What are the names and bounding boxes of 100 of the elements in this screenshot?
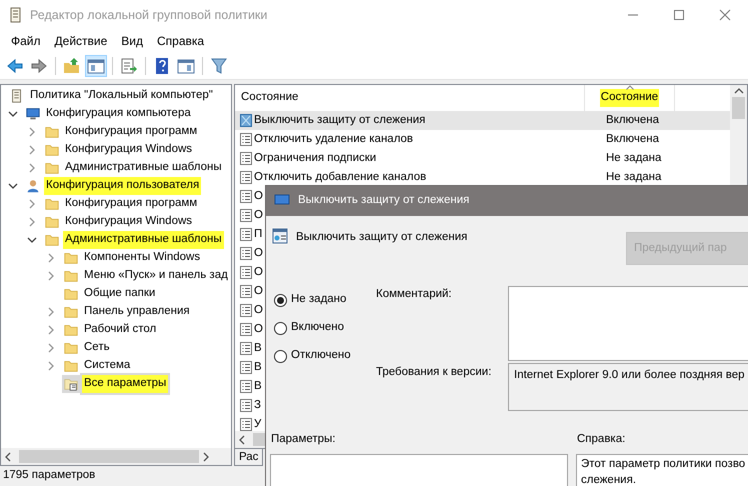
menu-item[interactable]: Вид [114, 32, 150, 50]
expanded-chevron-icon[interactable] [8, 109, 18, 119]
menu-item[interactable]: Справка [150, 32, 212, 50]
pane-toggle-icon [87, 56, 105, 74]
list-icon [240, 322, 252, 337]
radio-button[interactable] [274, 294, 287, 306]
policy-name: Выключить защиту от слежения [253, 112, 426, 128]
policy-name: О [253, 188, 263, 204]
version-field: Internet Explorer 9.0 или более поздняя вер [508, 363, 748, 411]
comment-field[interactable] [508, 286, 748, 361]
horizontal-scrollbar[interactable] [1, 448, 231, 465]
policy-name: О [253, 264, 263, 280]
tree-item[interactable]: Все параметры [82, 375, 168, 393]
radio-label[interactable]: Отключено [291, 347, 351, 365]
collapsed-chevron-icon[interactable] [46, 253, 56, 263]
tree-item[interactable]: Общие папки [82, 285, 158, 303]
collapsed-chevron-icon[interactable] [46, 343, 56, 353]
radio-label[interactable]: Не задано [291, 291, 346, 309]
menu-item[interactable]: Файл [4, 32, 48, 50]
policy-name: В [253, 340, 262, 356]
selected-row-highlight[interactable]: Выключить защиту от слежения Включена [235, 111, 730, 130]
list-icon [240, 189, 252, 204]
help-icon [153, 56, 171, 74]
policy-setting-icon [272, 228, 288, 244]
policy-state: Включена [606, 112, 660, 128]
policy-name: П [253, 226, 262, 242]
collapsed-chevron-icon[interactable] [27, 127, 37, 137]
expanded-chevron-icon[interactable] [27, 235, 37, 245]
collapsed-chevron-icon[interactable] [46, 325, 56, 335]
back-arrow-icon [6, 56, 24, 74]
folder-up-icon [63, 56, 81, 74]
tree-item[interactable]: Панель управления [82, 303, 192, 321]
menu-item[interactable]: Действие [48, 32, 114, 50]
filter-icon [210, 56, 228, 74]
list-icon [240, 284, 252, 299]
tree-item[interactable]: Конфигурация Windows [63, 213, 194, 231]
list-icon [240, 303, 252, 318]
policy-name: О [253, 246, 263, 261]
policy-name: О [253, 302, 263, 318]
list-icon [240, 208, 252, 223]
radio-label[interactable]: Включено [291, 319, 344, 337]
list-icon [240, 379, 252, 394]
policy-name: В [253, 378, 262, 394]
collapsed-chevron-icon[interactable] [27, 145, 37, 155]
policy-state: Не задана [606, 150, 662, 166]
list-icon [240, 341, 252, 356]
list-icon [240, 227, 252, 242]
scroll-thumb[interactable] [19, 450, 199, 463]
policy-state: Не задана [606, 170, 662, 185]
list-icon [240, 132, 252, 147]
tree-item[interactable]: Рабочий стол [82, 321, 158, 339]
tree-item[interactable]: Конфигурация программ [63, 123, 200, 141]
section-label: Параметры: [271, 432, 336, 448]
collapsed-chevron-icon[interactable] [46, 271, 56, 281]
list-icon [240, 170, 252, 185]
help-text: Этот параметр политики позво [581, 457, 746, 472]
policy-setting-icon [240, 113, 252, 128]
scroll-thumb[interactable] [732, 97, 745, 119]
setting-name: Выключить защиту от слежения [296, 230, 468, 245]
tree-item[interactable]: Конфигурация пользователя [44, 177, 202, 195]
collapsed-chevron-icon[interactable] [27, 163, 37, 173]
collapsed-chevron-icon[interactable] [46, 307, 56, 317]
list-icon [240, 417, 252, 431]
export-list-icon [120, 56, 138, 74]
tree-item[interactable]: Конфигурация программ [63, 195, 200, 213]
policy-name: О [253, 208, 263, 223]
radio-button[interactable] [274, 350, 287, 362]
panel-icon [177, 56, 195, 74]
expanded-chevron-icon[interactable] [8, 181, 18, 191]
field-label: Комментарий: [376, 287, 453, 302]
tree-item[interactable]: Конфигурация Windows [63, 141, 194, 159]
tree-item[interactable]: Административные шаблоны [63, 231, 224, 249]
help-text: слежения. [581, 473, 638, 486]
field-label: Требования к версии: [376, 365, 492, 380]
close-icon [719, 9, 731, 21]
tree-item[interactable]: Политика "Локальный компьютер" [28, 87, 215, 105]
maximize-icon [673, 9, 685, 21]
tree-item[interactable]: Административные шаблоны [63, 159, 224, 177]
list-icon [240, 151, 252, 166]
collapsed-chevron-icon[interactable] [46, 361, 56, 371]
collapsed-chevron-icon[interactable] [27, 217, 37, 227]
policy-name: З [253, 398, 261, 413]
list-icon [240, 360, 252, 375]
policy-name: О [253, 284, 263, 299]
policy-name: Ограничения подписки [253, 150, 376, 166]
tree-item[interactable]: Система [82, 357, 132, 375]
dialog-title: Выключить защиту от слежения [298, 193, 470, 208]
view-tab[interactable]: Рас [234, 449, 264, 466]
policy-name: Отключить удаление каналов [253, 132, 414, 147]
tree-item[interactable]: Компоненты Windows [82, 249, 202, 267]
forward-arrow-icon [30, 56, 48, 74]
collapsed-chevron-icon[interactable] [27, 199, 37, 209]
tree-item[interactable]: Меню «Пуск» и панель зад [82, 267, 230, 285]
radio-button[interactable] [274, 322, 287, 334]
policy-name: У [253, 416, 262, 431]
toolbar-button[interactable] [85, 54, 107, 76]
settings-list-icon [62, 375, 80, 393]
tree-item[interactable]: Конфигурация компьютера [44, 105, 193, 123]
tree-item[interactable]: Сеть [82, 339, 112, 357]
policy-name: О [253, 322, 263, 337]
